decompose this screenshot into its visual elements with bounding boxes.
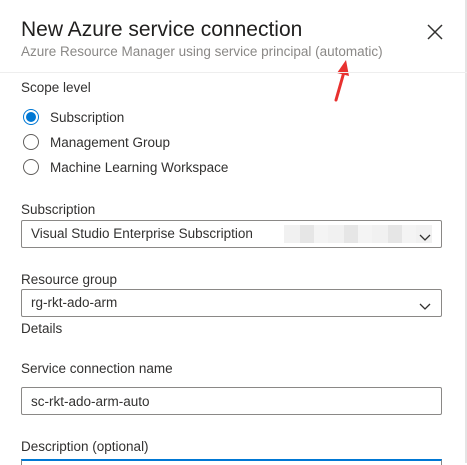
chevron-down-icon	[419, 229, 431, 241]
radio-ml-workspace[interactable]: Machine Learning Workspace	[23, 157, 228, 177]
red-arrow-icon	[328, 58, 350, 102]
chevron-down-icon	[419, 298, 431, 310]
service-connection-name-label: Service connection name	[21, 361, 173, 376]
service-connection-panel: New Azure service connection Azure Resou…	[0, 0, 467, 465]
header-divider	[0, 72, 467, 73]
radio-unchecked-icon[interactable]	[23, 159, 39, 175]
resource-group-dropdown[interactable]: rg-rkt-ado-arm	[21, 289, 442, 317]
close-icon[interactable]	[425, 22, 445, 42]
radio-management-group[interactable]: Management Group	[23, 132, 170, 152]
radio-unchecked-icon[interactable]	[23, 134, 39, 150]
scope-level-label: Scope level	[21, 80, 91, 95]
radio-label: Machine Learning Workspace	[50, 159, 229, 175]
details-heading: Details	[21, 321, 63, 336]
description-label: Description (optional)	[21, 439, 149, 454]
subscription-label: Subscription	[21, 202, 96, 217]
radio-subscription[interactable]: Subscription	[23, 107, 124, 127]
radio-label: Management Group	[50, 134, 171, 150]
radio-checked-icon[interactable]	[23, 109, 39, 125]
radio-label: Subscription	[50, 109, 125, 125]
subscription-value: Visual Studio Enterprise Subscription	[31, 226, 253, 241]
resource-group-value: rg-rkt-ado-arm	[31, 295, 118, 310]
dialog-title: New Azure service connection	[21, 18, 303, 41]
redacted-subscription-id	[284, 225, 432, 243]
resource-group-label: Resource group	[21, 272, 118, 287]
subscription-dropdown[interactable]: Visual Studio Enterprise Subscription	[21, 220, 442, 248]
service-connection-name-input[interactable]	[21, 387, 442, 415]
description-input[interactable]	[21, 459, 442, 465]
